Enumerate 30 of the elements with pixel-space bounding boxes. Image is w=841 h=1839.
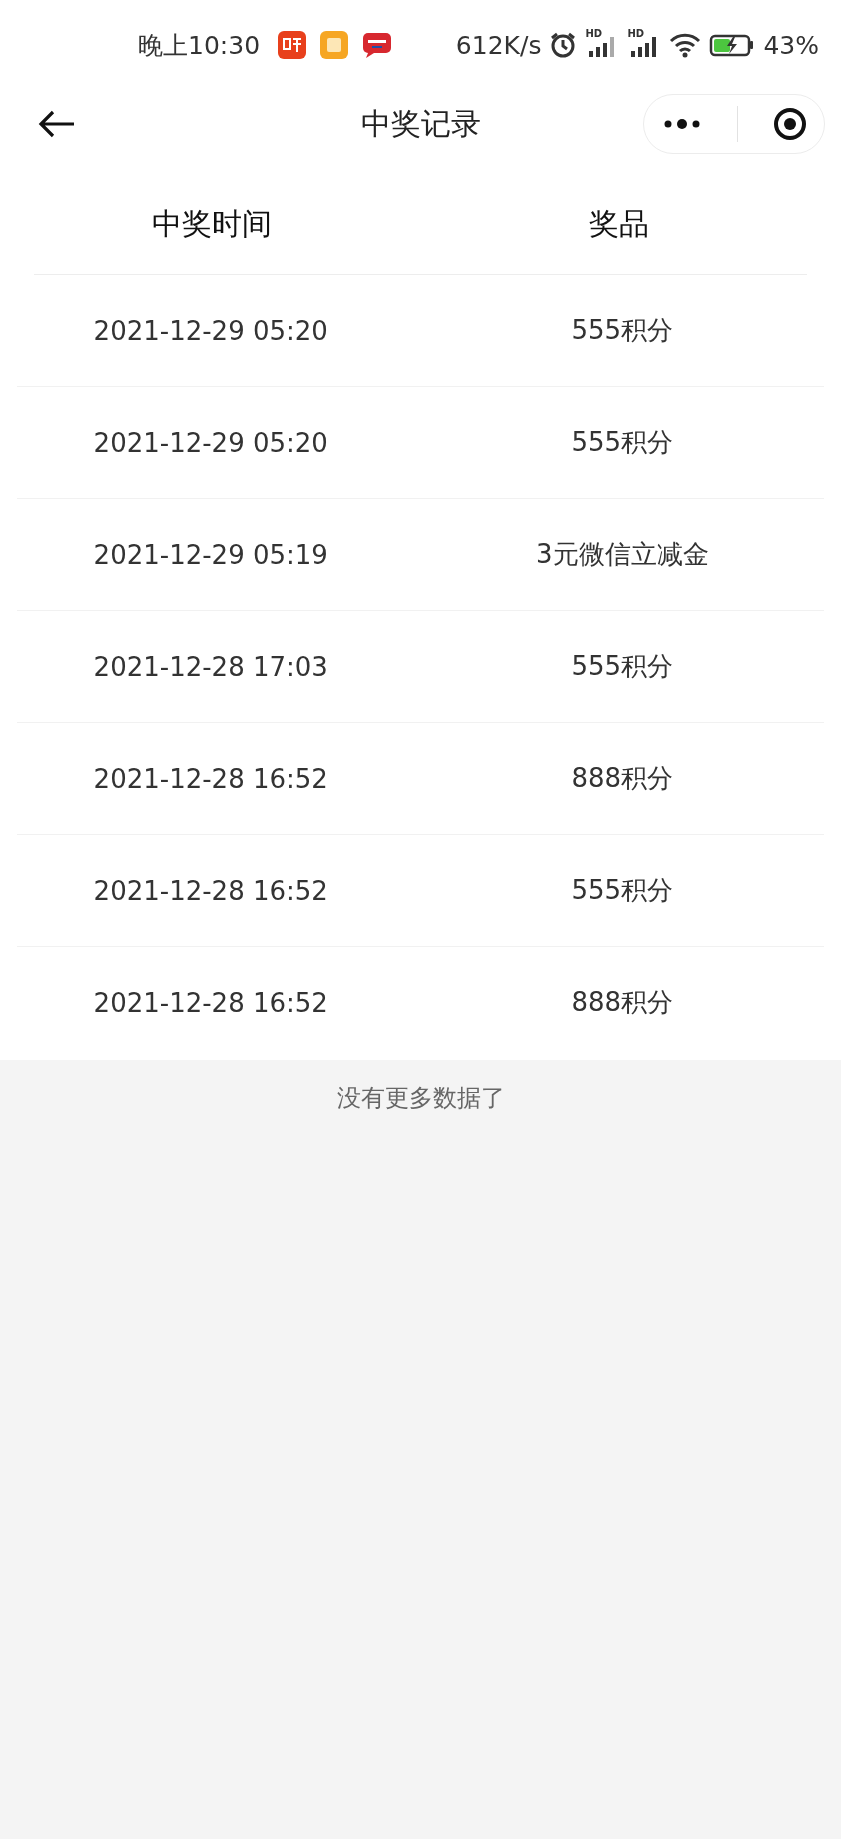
table-cell-text: 555积分	[571, 650, 674, 683]
table-cell-text: 3元微信立减金	[535, 538, 709, 571]
table-cell: 2021-12-29 05:19	[93, 539, 328, 570]
app-notification-icon	[278, 31, 307, 59]
table-cell-text: 555积分	[571, 314, 674, 347]
app-notification-icon	[362, 31, 393, 59]
table-cell: 2021-12-29 05:20	[93, 427, 328, 458]
table-cell: 2021-12-28 17:03	[93, 651, 328, 682]
table-cell: 2021-12-29 05:20	[93, 315, 328, 346]
column-header: 奖品	[588, 204, 649, 243]
table-cell-text: 888积分	[571, 986, 674, 1019]
table-cell-text: 555积分	[571, 874, 674, 907]
battery-percentage: 43%	[763, 30, 819, 60]
table-cell: 2021-12-28 16:52	[93, 875, 328, 906]
wifi-icon	[669, 31, 702, 59]
page-title: 中奖记录	[359, 104, 482, 143]
network-type-label: HD	[627, 28, 645, 39]
table-cell-text: 888积分	[571, 762, 674, 795]
status-time: 晚上10:30	[138, 29, 261, 62]
app-notification-icon	[320, 31, 349, 59]
no-more-data-text: 没有更多数据了	[336, 1083, 505, 1114]
close-target-icon[interactable]	[772, 107, 807, 141]
network-speed: 612K/s	[455, 30, 542, 60]
back-arrow-icon[interactable]	[38, 110, 76, 138]
table-cell: 2021-12-28 16:52	[93, 987, 328, 1018]
table-cell-text: 555积分	[571, 426, 674, 459]
column-header: 中奖时间	[152, 204, 273, 243]
table-cell: 2021-12-28 16:52	[93, 763, 328, 794]
network-type-label: HD	[585, 28, 603, 39]
alarm-icon	[549, 31, 578, 59]
